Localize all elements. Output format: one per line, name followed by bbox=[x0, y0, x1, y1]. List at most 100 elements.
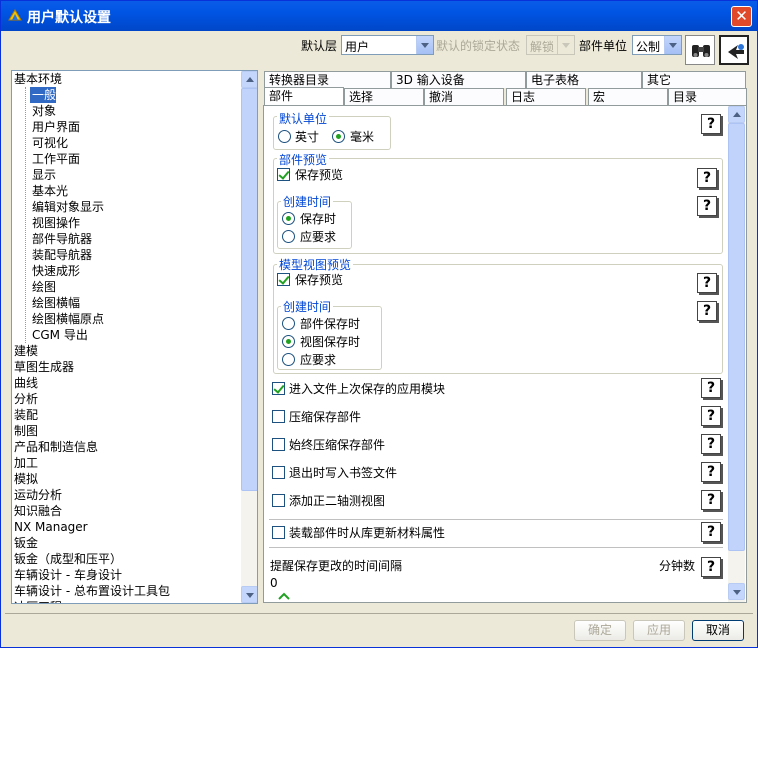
tree-item[interactable]: 对象 bbox=[30, 103, 56, 119]
help-icon[interactable]: ? bbox=[701, 114, 721, 134]
help-icon[interactable]: ? bbox=[697, 196, 717, 216]
help-icon[interactable]: ? bbox=[697, 301, 717, 321]
tree-item[interactable]: 部件导航器 bbox=[30, 231, 92, 247]
radio-model-part-save[interactable] bbox=[282, 317, 295, 330]
option-checkbox[interactable] bbox=[272, 410, 285, 423]
help-icon[interactable]: ? bbox=[697, 168, 717, 188]
model-save-preview-checkbox[interactable] bbox=[277, 273, 290, 286]
tree-item[interactable]: 绘图横幅 bbox=[30, 295, 80, 311]
radio-part-on-demand[interactable] bbox=[282, 230, 295, 243]
app-icon bbox=[8, 9, 22, 21]
binoculars-icon bbox=[692, 45, 710, 57]
tree-item[interactable]: 加工 bbox=[14, 455, 38, 471]
scroll-down-icon[interactable] bbox=[241, 586, 257, 603]
chevron-down-icon[interactable] bbox=[416, 36, 433, 54]
unit-select[interactable]: 公制 bbox=[632, 35, 682, 55]
settings-panel: 默认单位 英寸 毫米 ? 部件预览 保存预览 ? 创建时间 保存时 应要求 ? … bbox=[263, 105, 747, 603]
chevron-down-icon[interactable] bbox=[557, 36, 574, 54]
tab-row2-3[interactable]: 日志 bbox=[506, 88, 586, 105]
tree-item[interactable]: 模拟 bbox=[14, 471, 38, 487]
tree-item[interactable]: NX Manager bbox=[14, 519, 88, 535]
help-icon[interactable]: ? bbox=[701, 378, 721, 398]
tree-item[interactable]: 钣金 bbox=[14, 535, 38, 551]
tree-item[interactable]: 视图操作 bbox=[30, 215, 80, 231]
option-checkbox[interactable] bbox=[272, 526, 285, 539]
tree-item[interactable]: CGM 导出 bbox=[30, 327, 88, 343]
tree-item[interactable]: 车辆设计 - 总布置设计工具包 bbox=[14, 583, 170, 599]
help-icon[interactable]: ? bbox=[701, 557, 721, 577]
tree-item[interactable]: 知识融合 bbox=[14, 503, 62, 519]
tab-row1-0[interactable]: 转换器目录 bbox=[264, 71, 391, 88]
tab-row1-3[interactable]: 其它 bbox=[642, 71, 746, 88]
tree-item[interactable]: 快速成形 bbox=[30, 263, 80, 279]
help-icon[interactable]: ? bbox=[701, 490, 721, 510]
radio-model-view-save[interactable] bbox=[282, 335, 295, 348]
chevron-down-icon[interactable] bbox=[664, 36, 681, 54]
tree-item[interactable]: 基本光 bbox=[30, 183, 68, 199]
tab-row2-2[interactable]: 撤消 bbox=[424, 88, 504, 105]
tree-item[interactable]: 用户界面 bbox=[30, 119, 80, 135]
apply-button[interactable]: 应用 bbox=[633, 620, 685, 641]
tree-item[interactable]: 可视化 bbox=[30, 135, 68, 151]
option-checkbox[interactable] bbox=[272, 382, 285, 395]
tab-row1-1[interactable]: 3D 输入设备 bbox=[391, 71, 526, 88]
tree-item[interactable]: 建模 bbox=[14, 343, 38, 359]
radio-part-on-save[interactable] bbox=[282, 212, 295, 225]
tree-item[interactable]: 显示 bbox=[30, 167, 56, 183]
tree-item[interactable]: 绘图 bbox=[30, 279, 56, 295]
close-button[interactable]: ✕ bbox=[731, 6, 752, 27]
scroll-up-icon[interactable] bbox=[241, 71, 257, 88]
tree-item[interactable]: 车辆设计 - 车身设计 bbox=[14, 567, 122, 583]
tree-item[interactable]: 绘图横幅原点 bbox=[30, 311, 104, 327]
tree-item[interactable]: 曲线 bbox=[14, 375, 38, 391]
scroll-down-icon[interactable] bbox=[728, 583, 745, 600]
tree-item[interactable]: 分析 bbox=[14, 391, 38, 407]
lock-select[interactable]: 解锁 bbox=[526, 35, 575, 55]
tree-item[interactable]: 钣金（成型和压平） bbox=[14, 551, 122, 567]
help-icon[interactable]: ? bbox=[701, 406, 721, 426]
tree-item[interactable]: 装配导航器 bbox=[30, 247, 92, 263]
tree-item[interactable]: 一般 bbox=[30, 87, 57, 103]
help-icon[interactable]: ? bbox=[697, 273, 717, 293]
tab-row2-1[interactable]: 选择 bbox=[344, 88, 424, 105]
model-save-preview-label: 保存预览 bbox=[295, 273, 344, 287]
reminder-value[interactable]: 0 bbox=[270, 576, 278, 590]
radio-model-on-demand[interactable] bbox=[282, 353, 295, 366]
help-icon[interactable]: ? bbox=[701, 522, 721, 542]
panel-scrollbar[interactable] bbox=[728, 106, 745, 602]
cancel-button[interactable]: 取消 bbox=[692, 620, 744, 641]
tab-row2-4[interactable]: 宏 bbox=[588, 88, 668, 105]
tree-item[interactable]: 冲压工程 bbox=[14, 599, 62, 603]
layer-select[interactable]: 用户 bbox=[341, 35, 434, 55]
radio-mm[interactable] bbox=[332, 130, 345, 143]
scroll-thumb[interactable] bbox=[728, 123, 745, 551]
help-icon[interactable]: ? bbox=[701, 462, 721, 482]
tree-item[interactable]: 基本环境 bbox=[14, 71, 62, 87]
option-checkbox[interactable] bbox=[272, 466, 285, 479]
scroll-up-icon[interactable] bbox=[728, 106, 745, 123]
tab-row2-0[interactable]: 部件 bbox=[264, 87, 344, 105]
tree-item[interactable]: 制图 bbox=[14, 423, 38, 439]
pick-button[interactable] bbox=[719, 35, 749, 65]
tab-row2-5[interactable]: 目录 bbox=[668, 88, 747, 105]
radio-inch[interactable] bbox=[278, 130, 291, 143]
option-checkbox[interactable] bbox=[272, 438, 285, 451]
find-button[interactable] bbox=[685, 35, 715, 65]
title-bar[interactable]: 用户默认设置 ✕ bbox=[1, 1, 757, 31]
chevron-up-icon[interactable] bbox=[278, 592, 290, 600]
tree-item[interactable]: 编辑对象显示 bbox=[30, 199, 104, 215]
tree-item[interactable]: 装配 bbox=[14, 407, 38, 423]
category-tree[interactable]: 基本环境 一般 对象 用户界面 可视化 工作平面 显示 基本光 编辑对象显示 视图操作 部件导航器装… bbox=[11, 70, 258, 604]
scroll-thumb[interactable] bbox=[241, 88, 257, 491]
reminder-label: 提醒保存更改的时间间隔 bbox=[270, 559, 403, 573]
tree-item[interactable]: 产品和制造信息 bbox=[14, 439, 98, 455]
option-checkbox[interactable] bbox=[272, 494, 285, 507]
tree-item[interactable]: 运动分析 bbox=[14, 487, 62, 503]
part-save-preview-checkbox[interactable] bbox=[277, 168, 290, 181]
tab-row1-2[interactable]: 电子表格 bbox=[526, 71, 642, 88]
tree-scrollbar[interactable] bbox=[241, 71, 257, 603]
help-icon[interactable]: ? bbox=[701, 434, 721, 454]
tree-item[interactable]: 工作平面 bbox=[30, 151, 80, 167]
ok-button[interactable]: 确定 bbox=[574, 620, 626, 641]
tree-item[interactable]: 草图生成器 bbox=[14, 359, 74, 375]
